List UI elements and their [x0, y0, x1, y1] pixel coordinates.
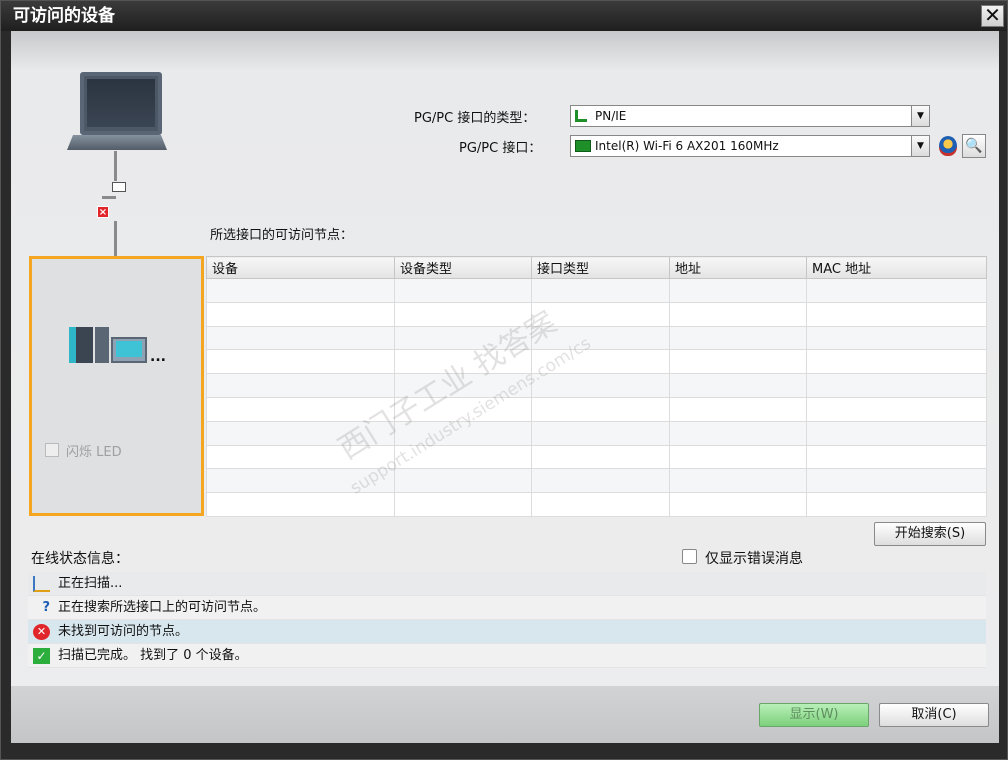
connection-error-icon: × — [97, 206, 109, 218]
network-port-icon — [112, 182, 126, 192]
list-item[interactable]: ✓ 扫描已完成。 找到了 0 个设备。 — [28, 644, 986, 668]
search-nodes-icon: ? — [42, 600, 50, 615]
list-item[interactable]: 正在扫描... — [28, 572, 986, 596]
column-header-interface-type[interactable]: 接口类型 — [531, 256, 670, 279]
interface-properties-button[interactable]: 🔍 — [962, 134, 986, 158]
laptop-screen-icon — [87, 79, 155, 127]
close-button[interactable]: ✕ — [981, 5, 1004, 27]
table-row[interactable] — [206, 301, 987, 327]
column-header-address[interactable]: 地址 — [669, 256, 807, 279]
interface-select[interactable]: Intel(R) Wi-Fi 6 AX201 160MHz ▼ — [570, 135, 930, 157]
interface-label: PG/PC 接口： — [459, 141, 542, 156]
window-title: 可访问的设备 — [13, 6, 115, 26]
column-header-device-type[interactable]: 设备类型 — [394, 256, 532, 279]
laptop-keyboard-icon — [67, 135, 167, 150]
show-button[interactable]: 显示(W) — [759, 703, 869, 727]
errors-only-checkbox[interactable] — [682, 549, 697, 564]
interface-type-value: PN/IE — [595, 109, 627, 123]
status-text: 扫描已完成。 找到了 0 个设备。 — [58, 648, 248, 663]
button-bar: 显示(W) 取消(C) — [11, 686, 999, 743]
status-message-list: 正在扫描... ? 正在搜索所选接口上的可访问节点。 ✕ 未找到可访问的节点。 … — [28, 572, 986, 668]
start-search-button[interactable]: 开始搜索(S) — [874, 522, 986, 546]
table-row[interactable] — [206, 325, 987, 351]
table-row[interactable] — [206, 492, 987, 517]
table-row[interactable] — [206, 349, 987, 375]
table-row[interactable] — [206, 468, 987, 494]
interface-type-label: PG/PC 接口的类型： — [414, 111, 536, 126]
table-row[interactable] — [206, 444, 987, 470]
error-icon: ✕ — [33, 624, 50, 640]
status-text: 未找到可访问的节点。 — [58, 624, 189, 639]
flash-led-checkbox[interactable] — [45, 443, 59, 457]
status-text: 正在扫描... — [58, 576, 123, 591]
accessible-nodes-table: 设备 设备类型 接口类型 地址 MAC 地址 — [206, 256, 987, 517]
table-row[interactable] — [206, 373, 987, 398]
list-item[interactable]: ? 正在搜索所选接口上的可访问节点。 — [28, 596, 986, 620]
scan-icon — [33, 576, 50, 592]
hmi-screen-icon — [116, 341, 142, 357]
dialog-window: 可访问的设备 ✕ × ... 闪烁 LED PG/PC 接口的类型： PN/IE… — [0, 0, 1008, 760]
table-row[interactable] — [206, 278, 987, 303]
plc-cpu-icon — [69, 327, 93, 363]
target-device-panel — [29, 256, 204, 516]
connection-line — [114, 151, 117, 181]
flash-led-label: 闪烁 LED — [66, 445, 122, 460]
chevron-down-icon[interactable]: ▼ — [911, 136, 929, 156]
connection-line — [102, 196, 116, 199]
interface-type-select[interactable]: PN/IE ▼ — [570, 105, 930, 127]
title-bar: 可访问的设备 ✕ — [1, 1, 1007, 31]
success-icon: ✓ — [33, 648, 50, 664]
cancel-button[interactable]: 取消(C) — [879, 703, 989, 727]
chevron-down-icon[interactable]: ▼ — [911, 106, 929, 126]
interface-value: Intel(R) Wi-Fi 6 AX201 160MHz — [595, 139, 779, 153]
column-header-device[interactable]: 设备 — [206, 256, 395, 279]
column-header-mac-address[interactable]: MAC 地址 — [806, 256, 987, 279]
network-plug-icon — [575, 110, 587, 122]
status-text: 正在搜索所选接口上的可访问节点。 — [58, 600, 267, 615]
accessible-nodes-title: 所选接口的可访问节点： — [210, 228, 354, 243]
table-header-row: 设备 设备类型 接口类型 地址 MAC 地址 — [206, 256, 987, 279]
shield-icon[interactable] — [939, 136, 957, 156]
table-row[interactable] — [206, 420, 987, 446]
more-devices-indicator: ... — [150, 349, 166, 365]
table-row[interactable] — [206, 396, 987, 422]
plc-module-icon — [95, 327, 109, 363]
online-status-title: 在线状态信息： — [31, 551, 129, 567]
errors-only-label: 仅显示错误消息 — [705, 551, 803, 567]
list-item[interactable]: ✕ 未找到可访问的节点。 — [28, 620, 986, 644]
dialog-client-area: × ... 闪烁 LED PG/PC 接口的类型： PN/IE ▼ PG/PC … — [11, 31, 999, 743]
network-card-icon — [575, 140, 591, 152]
